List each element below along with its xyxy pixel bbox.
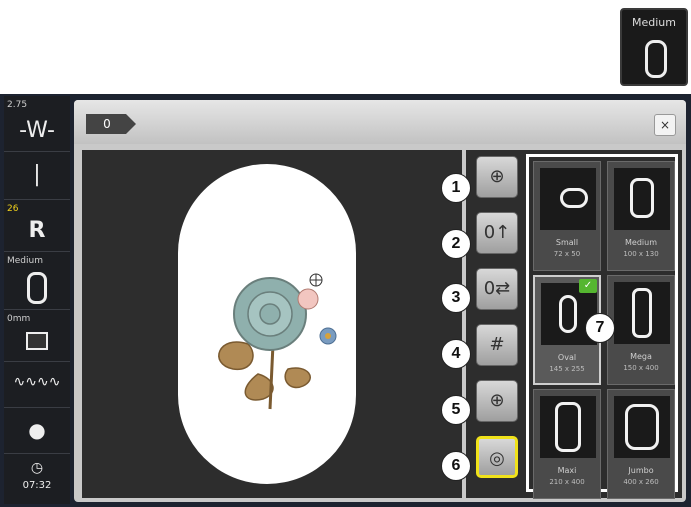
center-hoop-button[interactable]: ⊕ (476, 156, 518, 198)
hoop-cell[interactable]: Medium (4, 252, 70, 310)
hoop-card-medium[interactable]: Medium 100 x 130 (607, 161, 675, 271)
move-hoop-button[interactable]: 0⇄ (476, 268, 518, 310)
hoop-dims: 150 x 400 (623, 364, 659, 372)
crosshair-button[interactable]: ⊕ (476, 380, 518, 422)
hoop-move-up-icon: 0↑ (483, 222, 511, 243)
stitch-width-value: 2.75 (7, 100, 28, 110)
hoop-label: Medium (7, 256, 43, 266)
template-button[interactable]: ◎ (476, 436, 518, 478)
oval-hoop-preview (178, 164, 356, 484)
hoop-selection-window: 0 × ⊕ 0↑ 0⇄ # ⊕ ◎ Small 72 x 50 Medium 1… (74, 100, 686, 502)
medium-hoop-label: Medium (632, 16, 676, 29)
callout-1: 1 (441, 173, 471, 203)
rose-embroidery (218, 273, 337, 410)
maxi-hoop-icon (555, 402, 581, 452)
hoop-tab[interactable]: 0 (86, 114, 136, 134)
jumbo-hoop-icon (625, 404, 659, 450)
oval-hoop-icon (559, 295, 577, 333)
medium-hoop-icon (630, 178, 654, 218)
mega-hoop-icon (632, 288, 652, 338)
callout-5: 5 (441, 395, 471, 425)
move-hoop-up-button[interactable]: 0↑ (476, 212, 518, 254)
presser-foot-icon: R (28, 218, 46, 243)
thread-icon: ∿∿∿∿ (13, 374, 61, 390)
callout-7: 7 (585, 313, 615, 343)
offset-label: 0mm (7, 314, 31, 324)
callout-4: 4 (441, 339, 471, 369)
hoop-card-maxi[interactable]: Maxi 210 x 400 (533, 389, 601, 499)
callout-3: 3 (441, 283, 471, 313)
close-button[interactable]: × (654, 114, 676, 136)
callout-2: 2 (441, 229, 471, 259)
bobbin-icon: ● (28, 418, 46, 442)
plate-icon (26, 332, 48, 350)
thread-cell[interactable]: ∿∿∿∿ (4, 362, 70, 408)
hoop-move-icon: 0⇄ (483, 278, 511, 299)
presser-foot-cell[interactable]: 26 R (4, 200, 70, 252)
hoop-dims: 400 x 260 (623, 478, 659, 486)
hoop-thumb (614, 396, 670, 458)
bobbin-cell[interactable]: ● (4, 408, 70, 454)
clock-icon: ◷ (30, 460, 44, 476)
needle-cell[interactable]: | (4, 152, 70, 200)
grid-button[interactable]: # (476, 324, 518, 366)
needle-icon: | (33, 162, 41, 187)
template-icon: ◎ (489, 448, 505, 469)
hoop-name: Oval (557, 353, 577, 362)
selected-check-icon: ✓ (579, 279, 597, 293)
hoop-dims: 72 x 50 (553, 250, 581, 258)
title-bar: 0 × (74, 100, 686, 144)
stitch-icon: -W- (19, 118, 55, 143)
hoop-card-jumbo[interactable]: Jumbo 400 x 260 (607, 389, 675, 499)
hoop-thumb (614, 168, 670, 230)
callout-6: 6 (441, 451, 471, 481)
presser-foot-number: 26 (7, 204, 19, 214)
hoop-name: Small (555, 238, 579, 247)
clock-cell: ◷ 07:32 (4, 454, 70, 504)
hoop-name: Maxi (557, 466, 577, 475)
hoop-dims: 100 x 130 (623, 250, 659, 258)
small-hoop-icon (560, 188, 588, 208)
stitch-width-cell[interactable]: 2.75 -W- (4, 96, 70, 152)
hoop-thumb (614, 282, 670, 344)
hoop-card-small[interactable]: Small 72 x 50 (533, 161, 601, 271)
hoop-name: Mega (630, 352, 652, 361)
medium-hoop-icon-large: Medium (620, 8, 688, 86)
embroidery-canvas (82, 150, 462, 498)
hoop-dims: 210 x 400 (549, 478, 585, 486)
medium-hoop-icon (645, 40, 667, 78)
offset-cell[interactable]: 0mm (4, 310, 70, 362)
crosshair-icon: ⊕ (489, 390, 505, 411)
hoop-options-panel: ⊕ 0↑ 0⇄ # ⊕ ◎ Small 72 x 50 Medium 100 x… (466, 150, 682, 499)
hoop-name: Jumbo (628, 466, 654, 475)
hoop-thumb (540, 396, 596, 458)
clock-time: 07:32 (22, 480, 52, 491)
hoop-center-icon: ⊕ (489, 166, 505, 187)
hoop-card-mega[interactable]: Mega 150 x 400 (607, 275, 675, 385)
grid-icon: # (489, 334, 505, 355)
status-sidebar: 2.75 -W- | 26 R Medium 0mm ∿∿∿∿ ● ◷ 07:3… (4, 96, 70, 504)
hoop-name: Medium (625, 238, 657, 247)
hoop-thumb (540, 168, 596, 230)
hoop-dims: 145 x 255 (549, 365, 585, 373)
hoop-icon (27, 272, 47, 304)
